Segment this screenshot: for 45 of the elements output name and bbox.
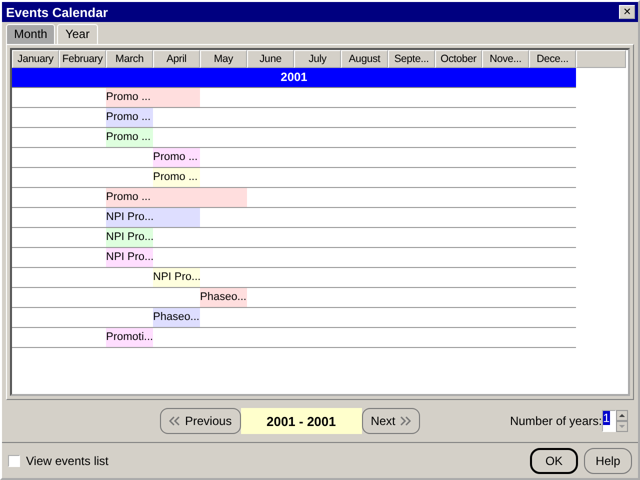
column-header[interactable]: May [200,50,247,68]
close-button[interactable]: ✕ [619,5,635,19]
event-cell[interactable]: Promo ... [106,88,153,107]
event-cell[interactable]: Promo ... [153,148,200,167]
column-header[interactable]: July [294,50,341,68]
tab[interactable]: Month [6,24,56,44]
year-bar: 2001 [12,68,576,88]
years-label: Number of years: [510,414,602,428]
years-field[interactable]: 1 [602,410,616,432]
year-range: 2001 - 2001 [240,408,362,434]
column-header[interactable]: February [59,50,106,68]
column-header[interactable]: October [435,50,482,68]
event-cell[interactable] [200,188,247,207]
column-header[interactable]: Septe... [388,50,435,68]
dialog-button[interactable]: Help [584,448,632,474]
event-cell[interactable]: NPI Pro... [106,208,153,227]
event-cell[interactable]: NPI Pro... [106,228,153,247]
column-header[interactable]: Nove... [482,50,529,68]
double-chevron-left-icon [169,416,181,426]
column-header[interactable]: March [106,50,153,68]
column-header[interactable]: August [341,50,388,68]
previous-button[interactable]: Previous [160,408,241,434]
column-header[interactable]: Dece... [529,50,576,68]
column-header[interactable]: April [153,50,200,68]
event-cell[interactable]: Promoti... [106,328,153,347]
checkbox-label: View events list [26,454,108,468]
checkbox[interactable] [8,454,20,466]
double-chevron-right-icon [399,416,412,426]
tab[interactable]: Year [57,24,98,44]
event-cell[interactable]: Promo ... [153,168,200,187]
event-cell[interactable]: NPI Pro... [106,248,153,267]
next-button[interactable]: Next [362,408,420,434]
event-cell[interactable]: Promo ... [106,108,153,127]
spinner[interactable] [616,410,628,432]
event-cell[interactable]: Promo ... [106,128,153,147]
column-header[interactable]: January [12,50,59,68]
event-cell[interactable]: Phaseo... [200,288,247,307]
window-title: Events Calendar [6,4,108,20]
dialog-button[interactable]: OK [530,448,578,474]
event-cell[interactable]: Promo ... [106,188,153,207]
column-header[interactable]: June [247,50,294,68]
event-cell[interactable]: Phaseo... [153,308,200,327]
event-cell[interactable]: NPI Pro... [153,268,200,287]
event-cell[interactable] [153,208,200,227]
event-cell[interactable] [153,88,200,107]
